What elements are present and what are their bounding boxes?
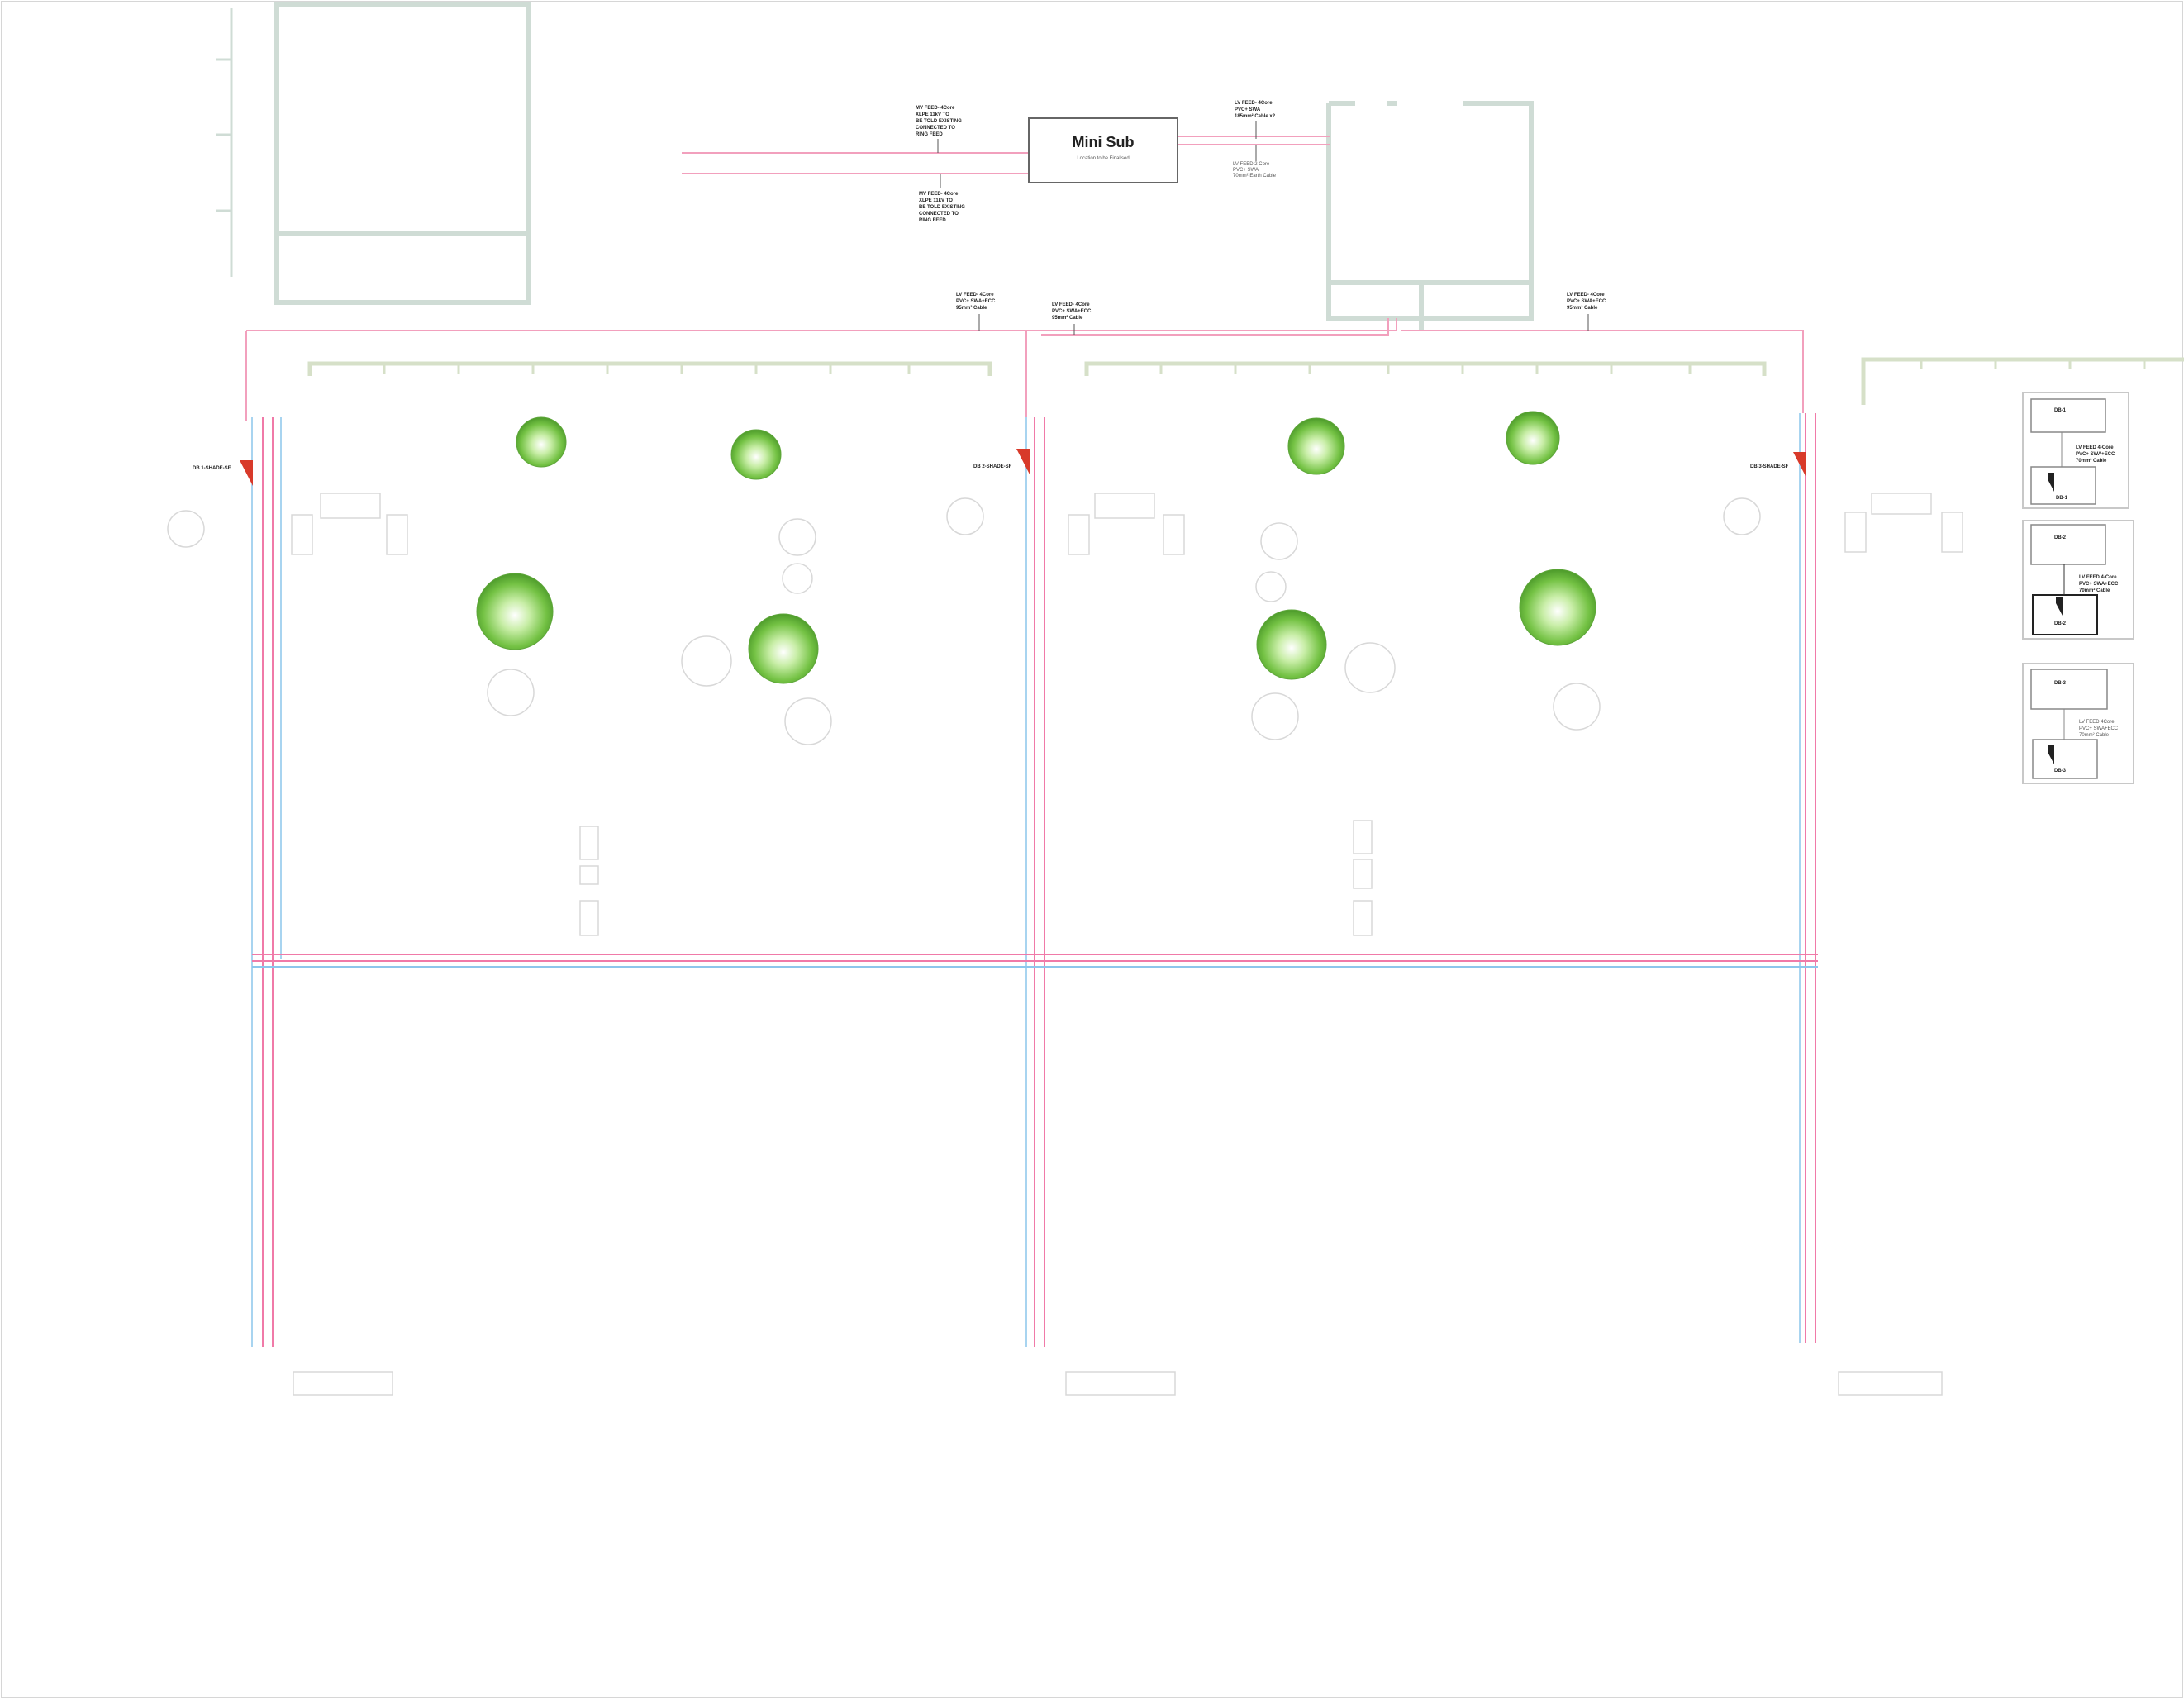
svg-text:DB-3: DB-3: [2054, 769, 2067, 773]
svg-text:DB 1-SHADE-SF: DB 1-SHADE-SF: [193, 466, 231, 471]
svg-text:MV FEED- 4Core: MV FEED- 4Core: [916, 106, 955, 111]
svg-text:DB-3: DB-3: [2054, 681, 2067, 686]
minisub: Mini Sub Location to be Finalised: [1028, 117, 1178, 183]
svg-text:PVC+ SWA+ECC: PVC+ SWA+ECC: [1567, 299, 1606, 304]
grid-ticks-left: [216, 8, 233, 277]
svg-text:LV FEED- 4Core: LV FEED- 4Core: [1235, 101, 1273, 106]
tree-icon: [516, 416, 567, 468]
svg-text:185mm² Cable x2: 185mm² Cable x2: [1235, 113, 1276, 119]
electrical-site-plan: Mini Sub Location to be Finalised MV FEE…: [1, 1, 2184, 1698]
furniture-outlines: [167, 493, 1963, 1396]
svg-text:RING FEED: RING FEED: [916, 132, 943, 137]
svg-text:LV FEED 4Core: LV FEED 4Core: [2079, 720, 2115, 725]
svg-text:DB 2-SHADE-SF: DB 2-SHADE-SF: [973, 464, 1012, 469]
existing-building-left: [274, 2, 531, 305]
svg-text:LV FEED 4-Core: LV FEED 4-Core: [2079, 575, 2117, 580]
svg-text:XLPE 11kV TO: XLPE 11kV TO: [916, 112, 949, 117]
shade-rails: [307, 357, 2184, 405]
tree-icon: [748, 613, 819, 684]
db1-marker: DB 1-SHADE-SF: [193, 460, 253, 486]
svg-text:CONNECTED TO: CONNECTED TO: [916, 126, 955, 131]
svg-text:LV FEED- 4Core: LV FEED- 4Core: [1052, 302, 1090, 307]
svg-text:BE TOLD EXISTING: BE TOLD EXISTING: [916, 119, 962, 124]
svg-text:LV FEED 2 Core: LV FEED 2 Core: [1233, 162, 1270, 167]
lv-db3-label: LV FEED- 4Core PVC+ SWA+ECC 95mm² Cable: [1567, 293, 1606, 311]
tree-icon: [1506, 411, 1560, 465]
svg-text:XLPE 11kV TO: XLPE 11kV TO: [919, 198, 953, 203]
svg-text:MV FEED- 4Core: MV FEED- 4Core: [919, 192, 959, 197]
svg-text:70mm² Cable: 70mm² Cable: [2076, 458, 2107, 464]
svg-text:PVC+ SWA+ECC: PVC+ SWA+ECC: [1052, 309, 1092, 314]
svg-text:PVC+ SWA+ECC: PVC+ SWA+ECC: [2079, 726, 2119, 731]
lv-db2-label: LV FEED- 4Core PVC+ SWA+ECC 95mm² Cable: [1052, 302, 1092, 321]
minisub-subtitle: Location to be Finalised: [1077, 156, 1129, 161]
svg-text:95mm² Cable: 95mm² Cable: [1567, 305, 1598, 311]
svg-text:DB 3-SHADE-SF: DB 3-SHADE-SF: [1750, 464, 1789, 469]
svg-text:PVC+ SWA+ECC: PVC+ SWA+ECC: [956, 299, 996, 304]
svg-text:PVC+ SWA+ECC: PVC+ SWA+ECC: [2079, 582, 2119, 587]
svg-text:95mm² Cable: 95mm² Cable: [956, 305, 987, 311]
legend-box-3: DB-3 DB-3 LV FEED 4Core PVC+ SWA+ECC 70m…: [2022, 663, 2134, 784]
existing-building-right: [1326, 101, 1534, 331]
mv-incoming-label: MV FEED- 4Core XLPE 11kV TO BE TOLD EXIS…: [916, 106, 962, 137]
mv-outgoing-label: MV FEED- 4Core XLPE 11kV TO BE TOLD EXIS…: [919, 192, 965, 223]
minisub-box: [1028, 117, 1178, 183]
svg-text:70mm² Cable: 70mm² Cable: [2079, 588, 2110, 593]
svg-text:95mm² Cable: 95mm² Cable: [1052, 315, 1083, 321]
db3-marker: DB 3-SHADE-SF: [1750, 452, 1806, 478]
trees: [476, 411, 1596, 684]
lv-top-label: LV FEED- 4Core PVC+ SWA 185mm² Cable x2: [1235, 101, 1276, 119]
tree-icon: [1519, 569, 1596, 646]
svg-text:70mm² Cable: 70mm² Cable: [2079, 733, 2110, 738]
legend-box-1: DB-1 DB-1 LV FEED 4-Core PVC+ SWA+ECC 70…: [2022, 392, 2129, 509]
svg-text:PVC+ SWA+ECC: PVC+ SWA+ECC: [2076, 452, 2115, 457]
svg-text:PVC+ SWA: PVC+ SWA: [1235, 107, 1261, 112]
svg-text:70mm² Earth Cable: 70mm² Earth Cable: [1233, 174, 1277, 178]
tree-icon: [1287, 417, 1345, 475]
db2-marker: DB 2-SHADE-SF: [973, 449, 1030, 474]
svg-text:CONNECTED TO: CONNECTED TO: [919, 212, 959, 217]
lv-db1-label: LV FEED- 4Core PVC+ SWA+ECC 95mm² Cable: [956, 293, 996, 311]
tree-icon: [1256, 609, 1327, 680]
svg-text:DB-2: DB-2: [2054, 535, 2067, 540]
svg-text:DB-1: DB-1: [2056, 496, 2068, 501]
legend-box-2: DB-2 DB-2 LV FEED 4-Core PVC+ SWA+ECC 70…: [2022, 520, 2134, 640]
svg-text:DB-2: DB-2: [2054, 621, 2067, 626]
minisub-title: Mini Sub: [1073, 134, 1135, 150]
tree-icon: [476, 573, 554, 650]
tree-icon: [730, 429, 782, 480]
sheet-border: [1, 1, 2183, 1698]
svg-text:BE TOLD EXISTING: BE TOLD EXISTING: [919, 205, 965, 210]
svg-text:LV FEED- 4Core: LV FEED- 4Core: [956, 293, 994, 297]
svg-text:PVC+ SWA: PVC+ SWA: [1233, 168, 1259, 173]
svg-text:DB-1: DB-1: [2054, 408, 2067, 413]
svg-text:RING FEED: RING FEED: [919, 218, 946, 223]
svg-text:LV FEED 4-Core: LV FEED 4-Core: [2076, 445, 2114, 450]
cable-risers: [251, 413, 1816, 1347]
svg-text:LV FEED- 4Core: LV FEED- 4Core: [1567, 293, 1605, 297]
lv-earth-label: LV FEED 2 Core PVC+ SWA 70mm² Earth Cabl…: [1233, 162, 1277, 178]
lv-distribution-cable: [245, 318, 1804, 421]
